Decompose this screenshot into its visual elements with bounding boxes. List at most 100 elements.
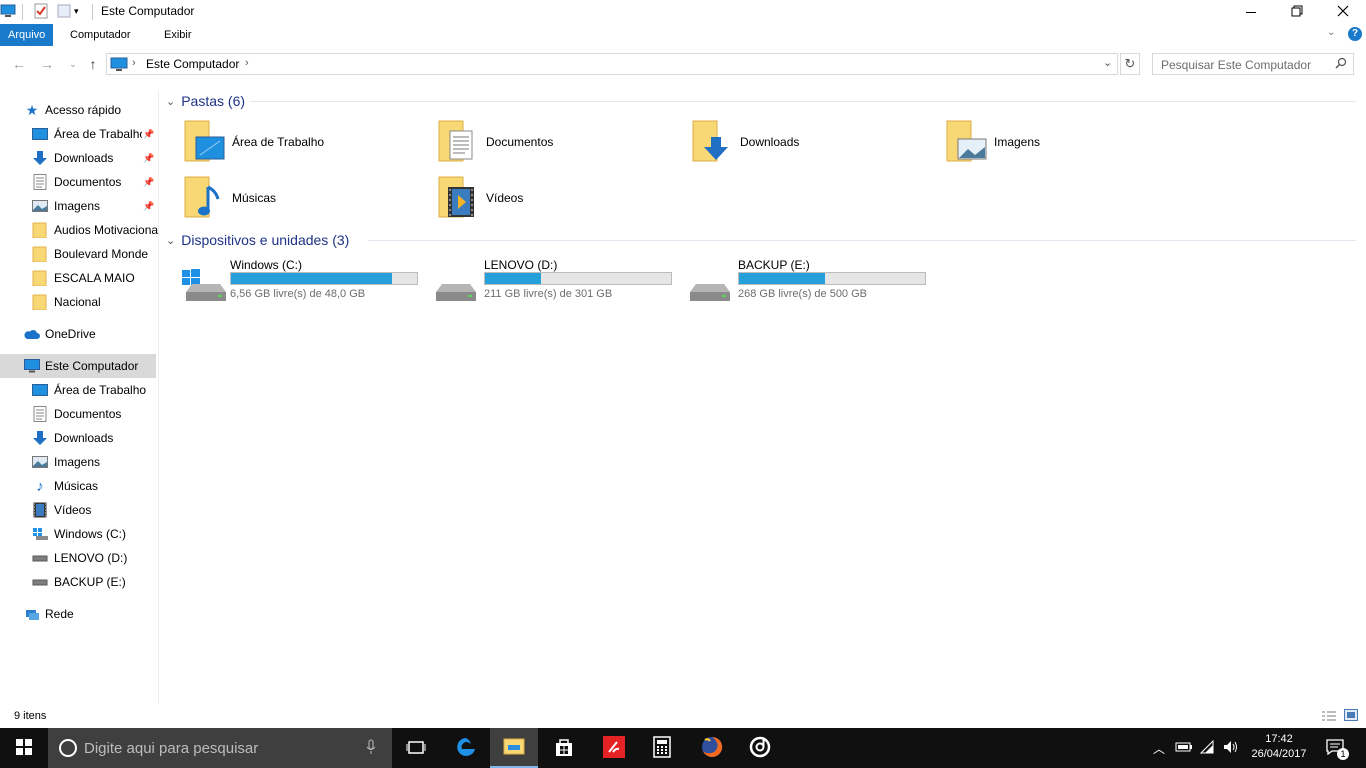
taskbar-app-groove[interactable] xyxy=(736,728,784,768)
sidebar-item-downloads[interactable]: Downloads 📌 xyxy=(0,146,158,170)
address-dropdown-icon[interactable]: ⌄ xyxy=(1103,56,1112,69)
navigation-pane: ★ Acesso rápido Área de Trabalho 📌 Downl… xyxy=(0,96,158,704)
cloud-icon xyxy=(24,326,40,342)
desktop-folder-icon xyxy=(182,117,226,168)
address-row: ← → ⌄ ↑ › Este Computador › ⌄ ↻ Pesquisa… xyxy=(0,50,1366,78)
sidebar-item-pc-downloads[interactable]: Downloads xyxy=(0,426,158,450)
sidebar-item-este-computador[interactable]: Este Computador xyxy=(0,354,156,378)
drive-backup-e[interactable]: BACKUP (E:) 268 GB livre(s) de 500 GB xyxy=(686,258,936,306)
folder-area-de-trabalho[interactable]: Área de Trabalho xyxy=(182,116,432,168)
clock[interactable]: 17:42 26/04/2017 xyxy=(1244,732,1314,762)
customize-quick-access-icon[interactable]: ▾ xyxy=(74,6,90,22)
sidebar-item-onedrive[interactable]: OneDrive xyxy=(0,322,158,346)
edge-icon xyxy=(455,736,477,761)
task-view-button[interactable] xyxy=(392,728,440,768)
drive-lenovo-d[interactable]: LENOVO (D:) 211 GB livre(s) de 301 GB xyxy=(432,258,682,306)
up-button[interactable]: ↑ xyxy=(83,54,103,74)
sidebar-item-audios-motivacionais[interactable]: Audios Motivacionais xyxy=(0,218,158,242)
pane-divider[interactable] xyxy=(158,90,159,704)
action-center-button[interactable]: 1 xyxy=(1318,728,1358,768)
pin-icon[interactable]: 📌 xyxy=(143,201,154,212)
sidebar-item-documentos[interactable]: Documentos 📌 xyxy=(0,170,158,194)
folder-documentos[interactable]: Documentos xyxy=(436,116,686,168)
sidebar-item-backup-e[interactable]: BACKUP (E:) xyxy=(0,570,158,594)
group-header-dispositivos[interactable]: ⌄ Dispositivos e unidades (3) xyxy=(166,230,349,250)
folder-videos[interactable]: Vídeos xyxy=(436,172,686,224)
forward-button[interactable]: → xyxy=(37,54,57,74)
group-header-pastas[interactable]: ⌄ Pastas (6) xyxy=(166,91,245,111)
store-icon xyxy=(554,737,574,760)
sidebar-item-boulevard-monde[interactable]: Boulevard Monde xyxy=(0,242,158,266)
search-input[interactable]: Pesquisar Este Computador xyxy=(1152,53,1354,75)
tab-computador[interactable]: Computador xyxy=(62,24,139,46)
drive-usage-fill xyxy=(231,273,392,284)
breadcrumb-separator-icon[interactable]: › xyxy=(132,57,136,69)
battery-icon[interactable] xyxy=(1175,740,1193,757)
group-divider xyxy=(250,101,1356,102)
sidebar-item-windows-c[interactable]: Windows (C:) xyxy=(0,522,158,546)
sidebar-item-pc-videos[interactable]: Vídeos xyxy=(0,498,158,522)
close-button[interactable] xyxy=(1320,0,1366,24)
folder-label: Documentos xyxy=(486,135,554,149)
chevron-up-icon[interactable]: ︿ xyxy=(1153,740,1165,757)
tab-exibir[interactable]: Exibir xyxy=(156,24,200,46)
sidebar-item-label: Documentos xyxy=(54,175,122,189)
taskbar-app-calculator[interactable] xyxy=(638,728,686,768)
microphone-icon[interactable] xyxy=(366,739,376,758)
details-view-icon[interactable] xyxy=(1321,710,1337,725)
help-icon[interactable]: ? xyxy=(1348,27,1362,41)
address-bar[interactable]: › Este Computador › ⌄ xyxy=(106,53,1118,75)
new-folder-icon[interactable] xyxy=(56,3,72,19)
minimize-button[interactable] xyxy=(1228,0,1274,24)
volume-icon[interactable] xyxy=(1222,739,1240,758)
recent-locations-button[interactable]: ⌄ xyxy=(63,54,83,74)
taskbar-search[interactable]: Digite aqui para pesquisar xyxy=(48,728,392,768)
taskbar-app-red[interactable] xyxy=(590,728,638,768)
wifi-icon[interactable] xyxy=(1199,739,1215,757)
sidebar-item-pc-musicas[interactable]: ♪ Músicas xyxy=(0,474,158,498)
sidebar-item-label: ESCALA MAIO xyxy=(54,271,135,285)
windows-logo-icon xyxy=(16,738,32,758)
arrow-up-icon: ↑ xyxy=(89,56,97,72)
sidebar-item-pc-imagens[interactable]: Imagens xyxy=(0,450,158,474)
pin-icon[interactable]: 📌 xyxy=(143,153,154,164)
taskbar-app-edge[interactable] xyxy=(442,728,490,768)
document-icon xyxy=(32,406,48,422)
folder-icon xyxy=(32,222,48,238)
drive-usage-fill xyxy=(485,273,541,284)
folder-label: Área de Trabalho xyxy=(232,135,325,149)
sidebar-item-rede[interactable]: Rede xyxy=(0,602,158,626)
sidebar-item-lenovo-d[interactable]: LENOVO (D:) xyxy=(0,546,158,570)
sidebar-item-acesso-rapido[interactable]: ★ Acesso rápido xyxy=(0,98,158,122)
group-divider xyxy=(368,240,1356,241)
start-button[interactable] xyxy=(0,728,48,768)
maximize-button[interactable] xyxy=(1274,0,1320,24)
breadcrumb-este-computador[interactable]: Este Computador xyxy=(146,57,239,71)
music-folder-icon xyxy=(182,173,226,224)
refresh-button[interactable]: ↻ xyxy=(1120,53,1140,75)
breadcrumb-separator-icon[interactable]: › xyxy=(245,57,249,69)
sidebar-item-pc-area-de-trabalho[interactable]: Área de Trabalho xyxy=(0,378,158,402)
drive-windows-c[interactable]: Windows (C:) 6,56 GB livre(s) de 48,0 GB xyxy=(178,258,428,306)
taskbar-app-file-explorer[interactable] xyxy=(490,728,538,768)
folder-downloads[interactable]: Downloads xyxy=(690,116,940,168)
properties-icon[interactable] xyxy=(33,3,49,19)
pin-icon[interactable]: 📌 xyxy=(143,129,154,140)
taskbar-app-store[interactable] xyxy=(540,728,588,768)
sidebar-item-area-de-trabalho[interactable]: Área de Trabalho 📌 xyxy=(0,122,158,146)
tab-arquivo[interactable]: Arquivo xyxy=(0,24,54,46)
sidebar-item-nacional[interactable]: Nacional xyxy=(0,290,158,314)
large-icons-view-icon[interactable] xyxy=(1344,709,1358,724)
folder-musicas[interactable]: Músicas xyxy=(182,172,432,224)
taskbar-app-firefox[interactable] xyxy=(688,728,736,768)
sidebar-item-escala-maio[interactable]: ESCALA MAIO xyxy=(0,266,158,290)
sidebar-item-label: BACKUP (E:) xyxy=(54,575,126,589)
sidebar-item-label: Este Computador xyxy=(45,359,139,373)
folder-imagens[interactable]: Imagens xyxy=(944,116,1194,168)
expand-ribbon-icon[interactable]: ⌄ xyxy=(1327,27,1335,38)
drive-icon xyxy=(434,268,480,307)
sidebar-item-imagens[interactable]: Imagens 📌 xyxy=(0,194,158,218)
back-button[interactable]: ← xyxy=(9,54,29,74)
sidebar-item-pc-documentos[interactable]: Documentos xyxy=(0,402,158,426)
pin-icon[interactable]: 📌 xyxy=(143,177,154,188)
